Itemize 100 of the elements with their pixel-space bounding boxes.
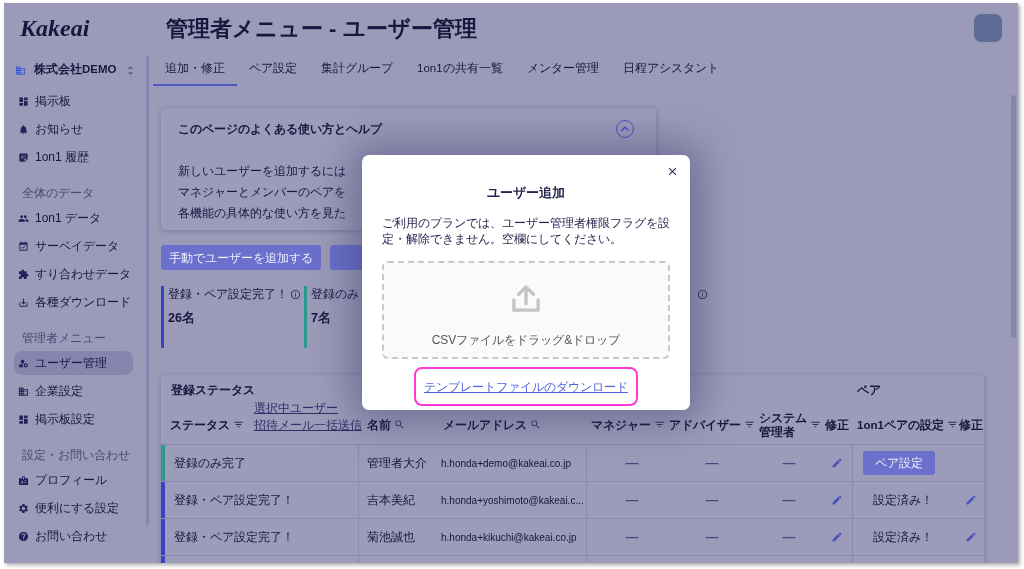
column-header: アドバイザー [669,417,741,432]
action-link[interactable]: 選択中ユーザー [254,399,362,416]
table-cell-text: 登録・ペア設定完了！ [174,529,294,546]
tab[interactable]: 1on1の共有一覧 [405,53,515,86]
sidebar-item[interactable]: 企業設定 [14,379,133,403]
column-header: 名前 [367,417,391,432]
info-icon [290,288,301,300]
help-text: 各機能の具体的な使い方を見た [178,204,346,222]
group-header: 登録ステータス [171,382,255,399]
column-header: 修正 [825,417,849,432]
help-icon [18,530,29,542]
table-cell-text: h.honda+kikuchi@kakeai.co.jp [441,530,577,545]
help-text: 新しいユーザーを追加するには [178,162,346,180]
filter-icon[interactable] [946,419,958,430]
column-header: ステータス [170,417,230,432]
sidebar-item[interactable]: プロフィール [14,468,133,492]
column-header: メールアドレス [443,417,527,432]
action-link[interactable]: 招待メール一括送信 [254,416,362,433]
pair-status: 設定済み！ [872,529,933,546]
pencil-icon[interactable] [830,531,843,543]
table-cell-text: — [782,528,796,547]
user-gear-icon [18,357,29,369]
table-cell-text: — [782,491,796,510]
pencil-icon[interactable] [965,531,977,543]
sidebar-section-heading: 管理者メニュー [22,330,106,346]
sidebar-section-heading: 全体のデータ [22,185,94,201]
column-header: システム管理者 [759,410,807,439]
upload-icon [511,285,541,313]
pencil-icon[interactable] [830,494,843,506]
group-header: ペア [857,382,881,399]
company-selector[interactable]: 株式会社DEMO [14,61,133,79]
puzzle-icon [18,268,29,280]
building-icon [15,64,26,76]
add-user-button[interactable]: 手動でユーザーを追加する [161,245,321,270]
logo: Kakeai [20,16,90,40]
stat-value: 7名 [311,310,332,326]
search-icon[interactable] [394,419,405,430]
table-cell-text: — [705,528,719,547]
table-cell-text: — [625,491,639,510]
tab[interactable]: 日程アシスタント [610,53,731,86]
page-title: 管理者メニュー - ユーザー管理 [166,14,477,43]
help-title: このページのよくある使い方とヘルプ [178,121,382,138]
pencil-icon[interactable] [830,457,843,469]
sidebar-item[interactable]: お問い合わせ [14,524,133,548]
sidebar-item[interactable]: 掲示板 [14,89,133,113]
sidebar-item[interactable]: サーベイデータ [14,234,133,258]
download-icon [18,296,29,308]
sidebar-section-heading: 設定・お問い合わせ [22,447,130,463]
pair-setup-button[interactable]: ペア設定 [863,451,935,475]
note-icon [18,151,29,163]
dialog-note: ご利用のプランでは、ユーザー管理者権限フラグを設定・解除できません。空欄にしてください。 [382,215,670,247]
table-cell-text: — [705,491,719,510]
table-cell-text: — [625,528,639,547]
sidebar-item[interactable]: お知らせ [14,117,133,141]
stat-label: 登録・ペア設定完了！ [168,286,288,303]
sidebar-item[interactable]: すり合わせデータ [14,262,133,286]
table-cell-text: 管理者大介 [367,455,427,472]
close-icon [666,165,679,178]
tab[interactable]: 追加・修正 [153,53,237,86]
table-cell-text: 吉本美紀 [367,492,415,509]
people-icon [18,212,29,224]
column-header: マネジャー [591,417,651,432]
column-header: 1on1ペアの設定 [857,417,944,432]
bell-icon [18,123,29,135]
table-cell-text: h.honda+demo@kakeai.co.jp [441,456,571,471]
sidebar-item[interactable]: ユーザー管理 [14,351,133,375]
table-cell-text: — [782,454,796,473]
avatar[interactable] [974,14,1002,42]
settings-icon [18,502,29,514]
help-text: マネジャーとメンバーのペアを [178,183,346,201]
table-cell-text: 登録・ペア設定完了！ [174,492,294,509]
search-icon[interactable] [530,419,541,430]
tab[interactable]: ペア設定 [237,53,309,86]
table-cell-text: — [705,454,719,473]
close-button[interactable] [666,165,679,178]
tab[interactable]: メンター管理 [514,53,611,86]
stat-value: 26名 [168,310,196,326]
sidebar-item[interactable]: 各種ダウンロード [14,290,133,314]
tab[interactable]: 集計グループ [309,53,405,86]
filter-icon[interactable] [654,419,665,430]
filter-icon[interactable] [233,419,244,430]
pair-status: 設定済み！ [872,492,933,509]
building-icon [18,385,29,397]
info-icon [697,288,708,300]
sidebar-item[interactable]: 便利にする設定 [14,496,133,520]
table-cell-text: 登録のみ完了 [174,455,246,472]
badge-icon [18,474,29,486]
pencil-icon[interactable] [965,494,977,506]
sidebar-item[interactable]: 1on1 履歴 [14,145,133,169]
filter-icon[interactable] [810,419,821,430]
dialog-title: ユーザー追加 [487,184,565,202]
filter-icon[interactable] [744,419,755,430]
sidebar-item[interactable]: 掲示板設定 [14,407,133,431]
dashboard-icon [18,413,29,425]
file-drop-zone[interactable]: CSVファイルをドラッグ&ドロップ [382,261,670,359]
sidebar-item[interactable]: 1on1 データ [14,206,133,230]
table-cell-text: — [625,454,639,473]
stat-label: 登録のみ [311,286,359,303]
template-download-link[interactable]: テンプレートファイルのダウンロード [424,377,628,396]
column-header: 修正 [959,417,983,432]
